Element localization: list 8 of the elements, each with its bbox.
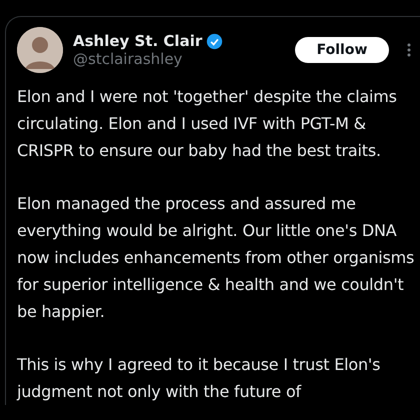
avatar-icon[interactable] xyxy=(17,27,63,73)
follow-button[interactable]: Follow xyxy=(295,37,389,63)
author-handle[interactable]: @stclairashley xyxy=(73,50,285,68)
post-paragraph: This is why I agreed to it because I trust Elon's judgment not only with the future of xyxy=(17,354,382,403)
author-name[interactable]: Ashley St. Clair xyxy=(73,32,202,50)
post-paragraph: Elon managed the process and assured me everything would be alright. Our little one's DNA now includes enhancements from other organisms for superior intelligence & health and we couldn't be happier. xyxy=(17,193,415,323)
more-options-icon[interactable] xyxy=(407,43,411,57)
post-paragraph: Elon and I were not 'together' despite the claims circulating. Elon and I used IVF with PGT-M & CRISPR to ensure our baby had the best traits. xyxy=(17,86,398,162)
